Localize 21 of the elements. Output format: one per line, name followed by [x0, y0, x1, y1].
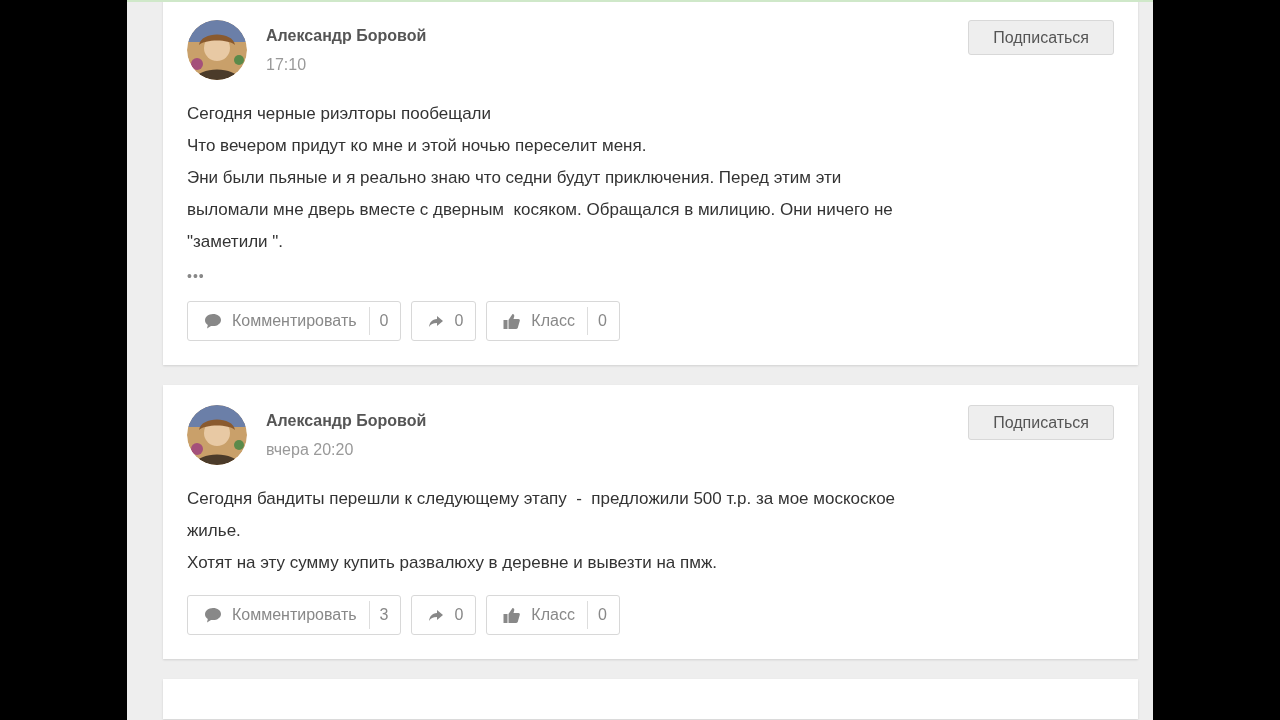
author-name[interactable]: Александр Боровой	[266, 24, 969, 48]
comment-button[interactable]: Комментировать 3	[187, 595, 402, 635]
share-button[interactable]: 0	[411, 595, 477, 635]
speech-bubble-icon	[204, 607, 222, 623]
subscribe-button[interactable]: Подписаться	[968, 405, 1114, 440]
thumbs-up-icon	[503, 313, 522, 329]
post-time: 17:10	[266, 56, 308, 74]
speech-bubble-icon	[204, 313, 222, 329]
comment-button[interactable]: Комментировать 0	[187, 301, 402, 341]
post-time: вчера 20:20	[266, 441, 355, 459]
post-text: Сегодня черные риэлторы пообещали Что вечером придут ко мне и этой ночью переселит меня. Эни были пьяные и я реально знаю что седни будут приключения. Перед этим эти выломали мне дверь вместе с дверным косяком. Обращался в милицию. Они ничего не "заметили ".	[187, 103, 894, 253]
like-button[interactable]: Класс 0	[486, 301, 620, 341]
arrow-icon	[428, 607, 445, 623]
author-name[interactable]: Александр Боровой	[266, 409, 969, 433]
subscribe-button[interactable]: Подписаться	[968, 20, 1114, 55]
thumbs-up-icon	[503, 607, 522, 623]
post-text: Сегодня бандиты перешли к следующему этапу - предложили 500 т.р. за мое москоское жилье. Хотят на эту сумму купить развалюху в деревне и вывезти на пмж.	[187, 488, 897, 574]
arrow-icon	[428, 313, 445, 329]
more-dots[interactable]: •••	[187, 268, 205, 284]
like-button[interactable]: Класс 0	[486, 595, 620, 635]
share-button[interactable]: 0	[411, 301, 477, 341]
